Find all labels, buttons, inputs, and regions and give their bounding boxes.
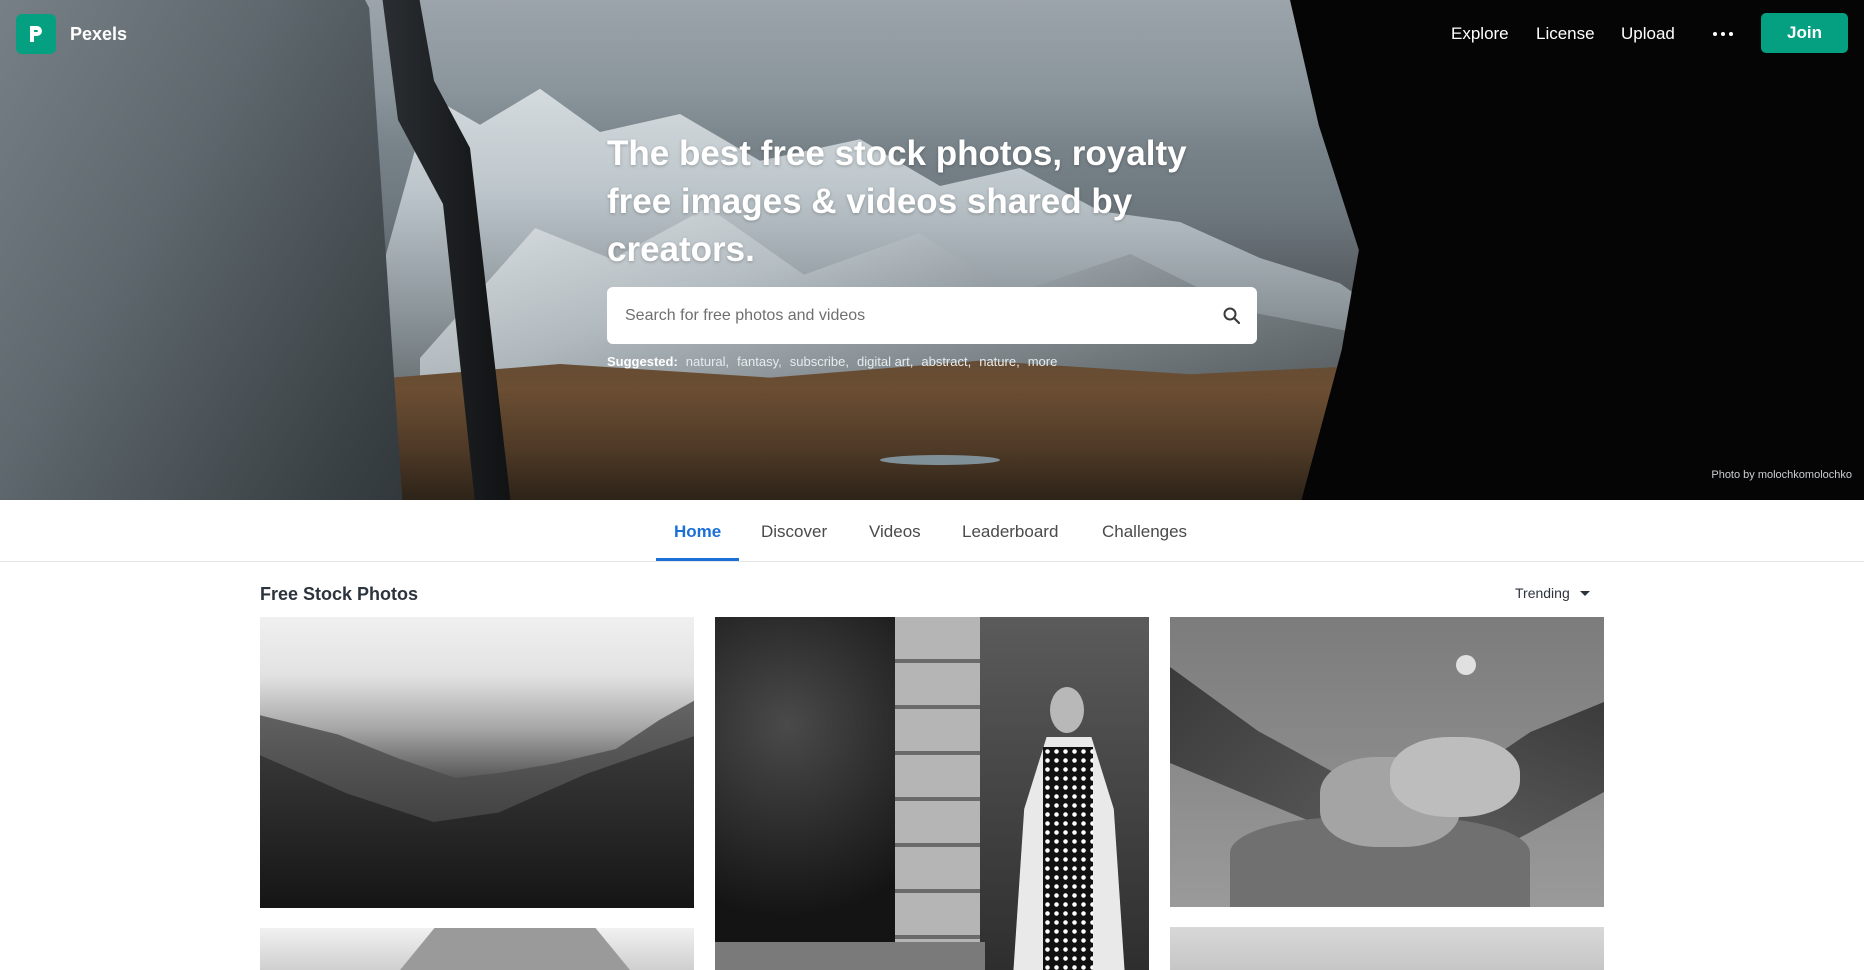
suggested-tags: Suggested: natural, fantasy, subscribe, … (607, 354, 1057, 369)
chevron-down-icon (1579, 590, 1590, 596)
tab-challenges[interactable]: Challenges (1102, 522, 1187, 542)
photo-mountain-forest[interactable] (260, 617, 694, 908)
suggested-tag-subscribe[interactable]: subscribe, (790, 354, 849, 369)
suggested-tag-fantasy[interactable]: fantasy, (737, 354, 782, 369)
photo-trees (715, 617, 895, 970)
photo-credit[interactable]: Photo by molochkomolochko (1711, 469, 1852, 481)
tab-videos[interactable]: Videos (869, 522, 921, 542)
tab-leaderboard[interactable]: Leaderboard (962, 522, 1058, 542)
sort-label: Trending (1515, 585, 1570, 601)
nav-upload-link[interactable]: Upload (1621, 24, 1675, 44)
suggested-tag-natural[interactable]: natural, (686, 354, 729, 369)
hero-lake (880, 455, 1000, 465)
search-icon[interactable] (1207, 287, 1257, 344)
photo-moon (1456, 655, 1476, 675)
sort-dropdown[interactable]: Trending (1515, 585, 1590, 601)
more-dot (1729, 32, 1733, 36)
photo-roof (400, 928, 630, 970)
nav-explore-link[interactable]: Explore (1451, 24, 1509, 44)
photo-brick-pillar (895, 617, 980, 970)
suggested-tag-more[interactable]: more (1028, 354, 1058, 369)
search-input[interactable] (607, 287, 1207, 344)
tab-active-indicator (656, 558, 739, 561)
suggested-tag-nature[interactable]: nature, (979, 354, 1019, 369)
photo-gray-sky[interactable] (1170, 927, 1604, 970)
photo-woman-coat[interactable] (715, 617, 1149, 970)
photo-polka-dress (1043, 747, 1093, 970)
hero-dark-interior (1290, 0, 1864, 500)
section-title: Free Stock Photos (260, 584, 419, 604)
photo-head (1050, 687, 1084, 733)
hero-headline: The best free stock photos, royalty free… (607, 134, 1187, 269)
tab-bar (0, 500, 1864, 562)
pexels-p-icon (30, 26, 42, 42)
pexels-logo-icon[interactable] (16, 14, 56, 54)
top-nav: Pexels Explore License Upload Join (0, 0, 1864, 68)
more-icon[interactable] (1708, 20, 1738, 48)
magnifier-icon (1223, 307, 1241, 324)
suggested-label: Suggested: (607, 354, 678, 369)
photo-hand-right (1390, 737, 1520, 817)
photo-wall (715, 942, 985, 970)
photo-building[interactable] (260, 928, 694, 970)
tab-home[interactable]: Home (674, 522, 721, 542)
more-dot (1721, 32, 1725, 36)
photo-holding-hands[interactable] (1170, 617, 1604, 907)
search-bar (607, 287, 1257, 344)
suggested-tag-digital-art[interactable]: digital art, (857, 354, 913, 369)
suggested-tag-abstract[interactable]: abstract, (921, 354, 971, 369)
join-button[interactable]: Join (1761, 13, 1848, 53)
nav-license-link[interactable]: License (1536, 24, 1595, 44)
more-dot (1713, 32, 1717, 36)
tab-discover[interactable]: Discover (761, 522, 827, 542)
brand-name[interactable]: Pexels (70, 24, 127, 45)
